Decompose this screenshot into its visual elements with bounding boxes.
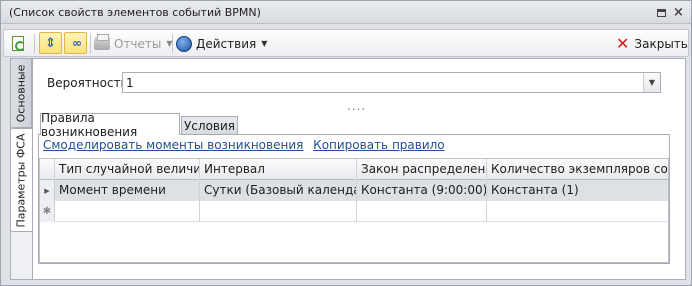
- header-indicator: [40, 159, 55, 180]
- probability-label: Вероятность:: [47, 76, 132, 90]
- tab-conditions-label: Условия: [183, 119, 235, 133]
- column-header[interactable]: Закон распределения: [357, 159, 487, 180]
- reports-button[interactable]: Отчеты ▼: [94, 33, 173, 54]
- actions-label: Действия: [196, 36, 257, 51]
- table-cell[interactable]: [55, 201, 200, 222]
- new-row[interactable]: ✱: [40, 201, 668, 222]
- toolbar: ⇕ ∞ Отчеты ▼ Действия ▼ ✕ Закрыть: [3, 29, 689, 57]
- grid-header: Тип случайной величины Интервал Закон ра…: [40, 159, 668, 180]
- close-window-icon[interactable]: ×: [673, 6, 684, 19]
- tab-rules[interactable]: Правила возникновения: [40, 111, 180, 139]
- new-row-icon: ✱: [40, 201, 55, 222]
- column-header[interactable]: Интервал: [200, 159, 357, 180]
- tab-main[interactable]: Основные: [10, 58, 32, 128]
- window-title: (Список свойств элементов событий BPMN): [9, 6, 261, 19]
- tab-main-label: Основные: [14, 64, 28, 122]
- close-label: Закрыть: [634, 36, 688, 51]
- table-cell[interactable]: [487, 201, 668, 222]
- expand-icon[interactable]: ⇕: [39, 32, 62, 54]
- toolbar-separator: [90, 34, 91, 53]
- actions-button[interactable]: Действия ▼: [176, 33, 267, 54]
- tab-fsa-params[interactable]: Параметры ФСА: [10, 128, 32, 232]
- tab-fsa-params-label: Параметры ФСА: [15, 132, 28, 228]
- reports-label: Отчеты: [114, 36, 162, 51]
- link-icon[interactable]: ∞: [64, 32, 87, 54]
- globe-icon: [176, 35, 192, 52]
- title-bar: (Список свойств элементов событий BPMN) …: [1, 1, 691, 24]
- splitter-grip[interactable]: ....: [347, 100, 366, 112]
- table-cell[interactable]: Сутки (Базовый календарь): [200, 180, 357, 201]
- toolbar-separator: [172, 34, 173, 53]
- table-cell[interactable]: [357, 201, 487, 222]
- column-header[interactable]: Количество экземпляров события: [487, 159, 668, 180]
- tab-rules-label: Правила возникновения: [41, 110, 138, 139]
- document-refresh-icon[interactable]: [12, 33, 30, 54]
- table-cell[interactable]: Константа (9:00:00): [357, 180, 487, 201]
- table-cell[interactable]: Момент времени: [55, 180, 200, 201]
- probability-field[interactable]: ▼: [122, 72, 661, 93]
- printer-icon: [94, 34, 110, 50]
- rules-grid: Тип случайной величины Интервал Закон ра…: [39, 158, 669, 263]
- table-cell[interactable]: Константа (1): [487, 180, 668, 201]
- close-button[interactable]: ✕ Закрыть: [616, 33, 688, 54]
- tab-conditions[interactable]: Условия: [181, 116, 238, 135]
- column-header[interactable]: Тип случайной величины: [55, 159, 200, 180]
- toolbar-separator: [34, 34, 35, 53]
- row-pointer-icon: ▶: [40, 180, 55, 201]
- link-bar: Смоделировать моменты возникновения Копи…: [43, 138, 451, 152]
- restore-icon[interactable]: [656, 7, 667, 18]
- table-cell[interactable]: [200, 201, 357, 222]
- close-icon: ✕: [616, 33, 630, 53]
- chevron-down-icon: ▼: [261, 39, 268, 48]
- table-row[interactable]: ▶ Момент времени Сутки (Базовый календар…: [40, 180, 668, 201]
- copy-rule-link[interactable]: Копировать правило: [313, 138, 444, 152]
- probability-input[interactable]: [123, 73, 641, 92]
- chevron-down-icon[interactable]: ▼: [643, 73, 660, 92]
- model-moments-link[interactable]: Смоделировать моменты возникновения: [43, 138, 303, 152]
